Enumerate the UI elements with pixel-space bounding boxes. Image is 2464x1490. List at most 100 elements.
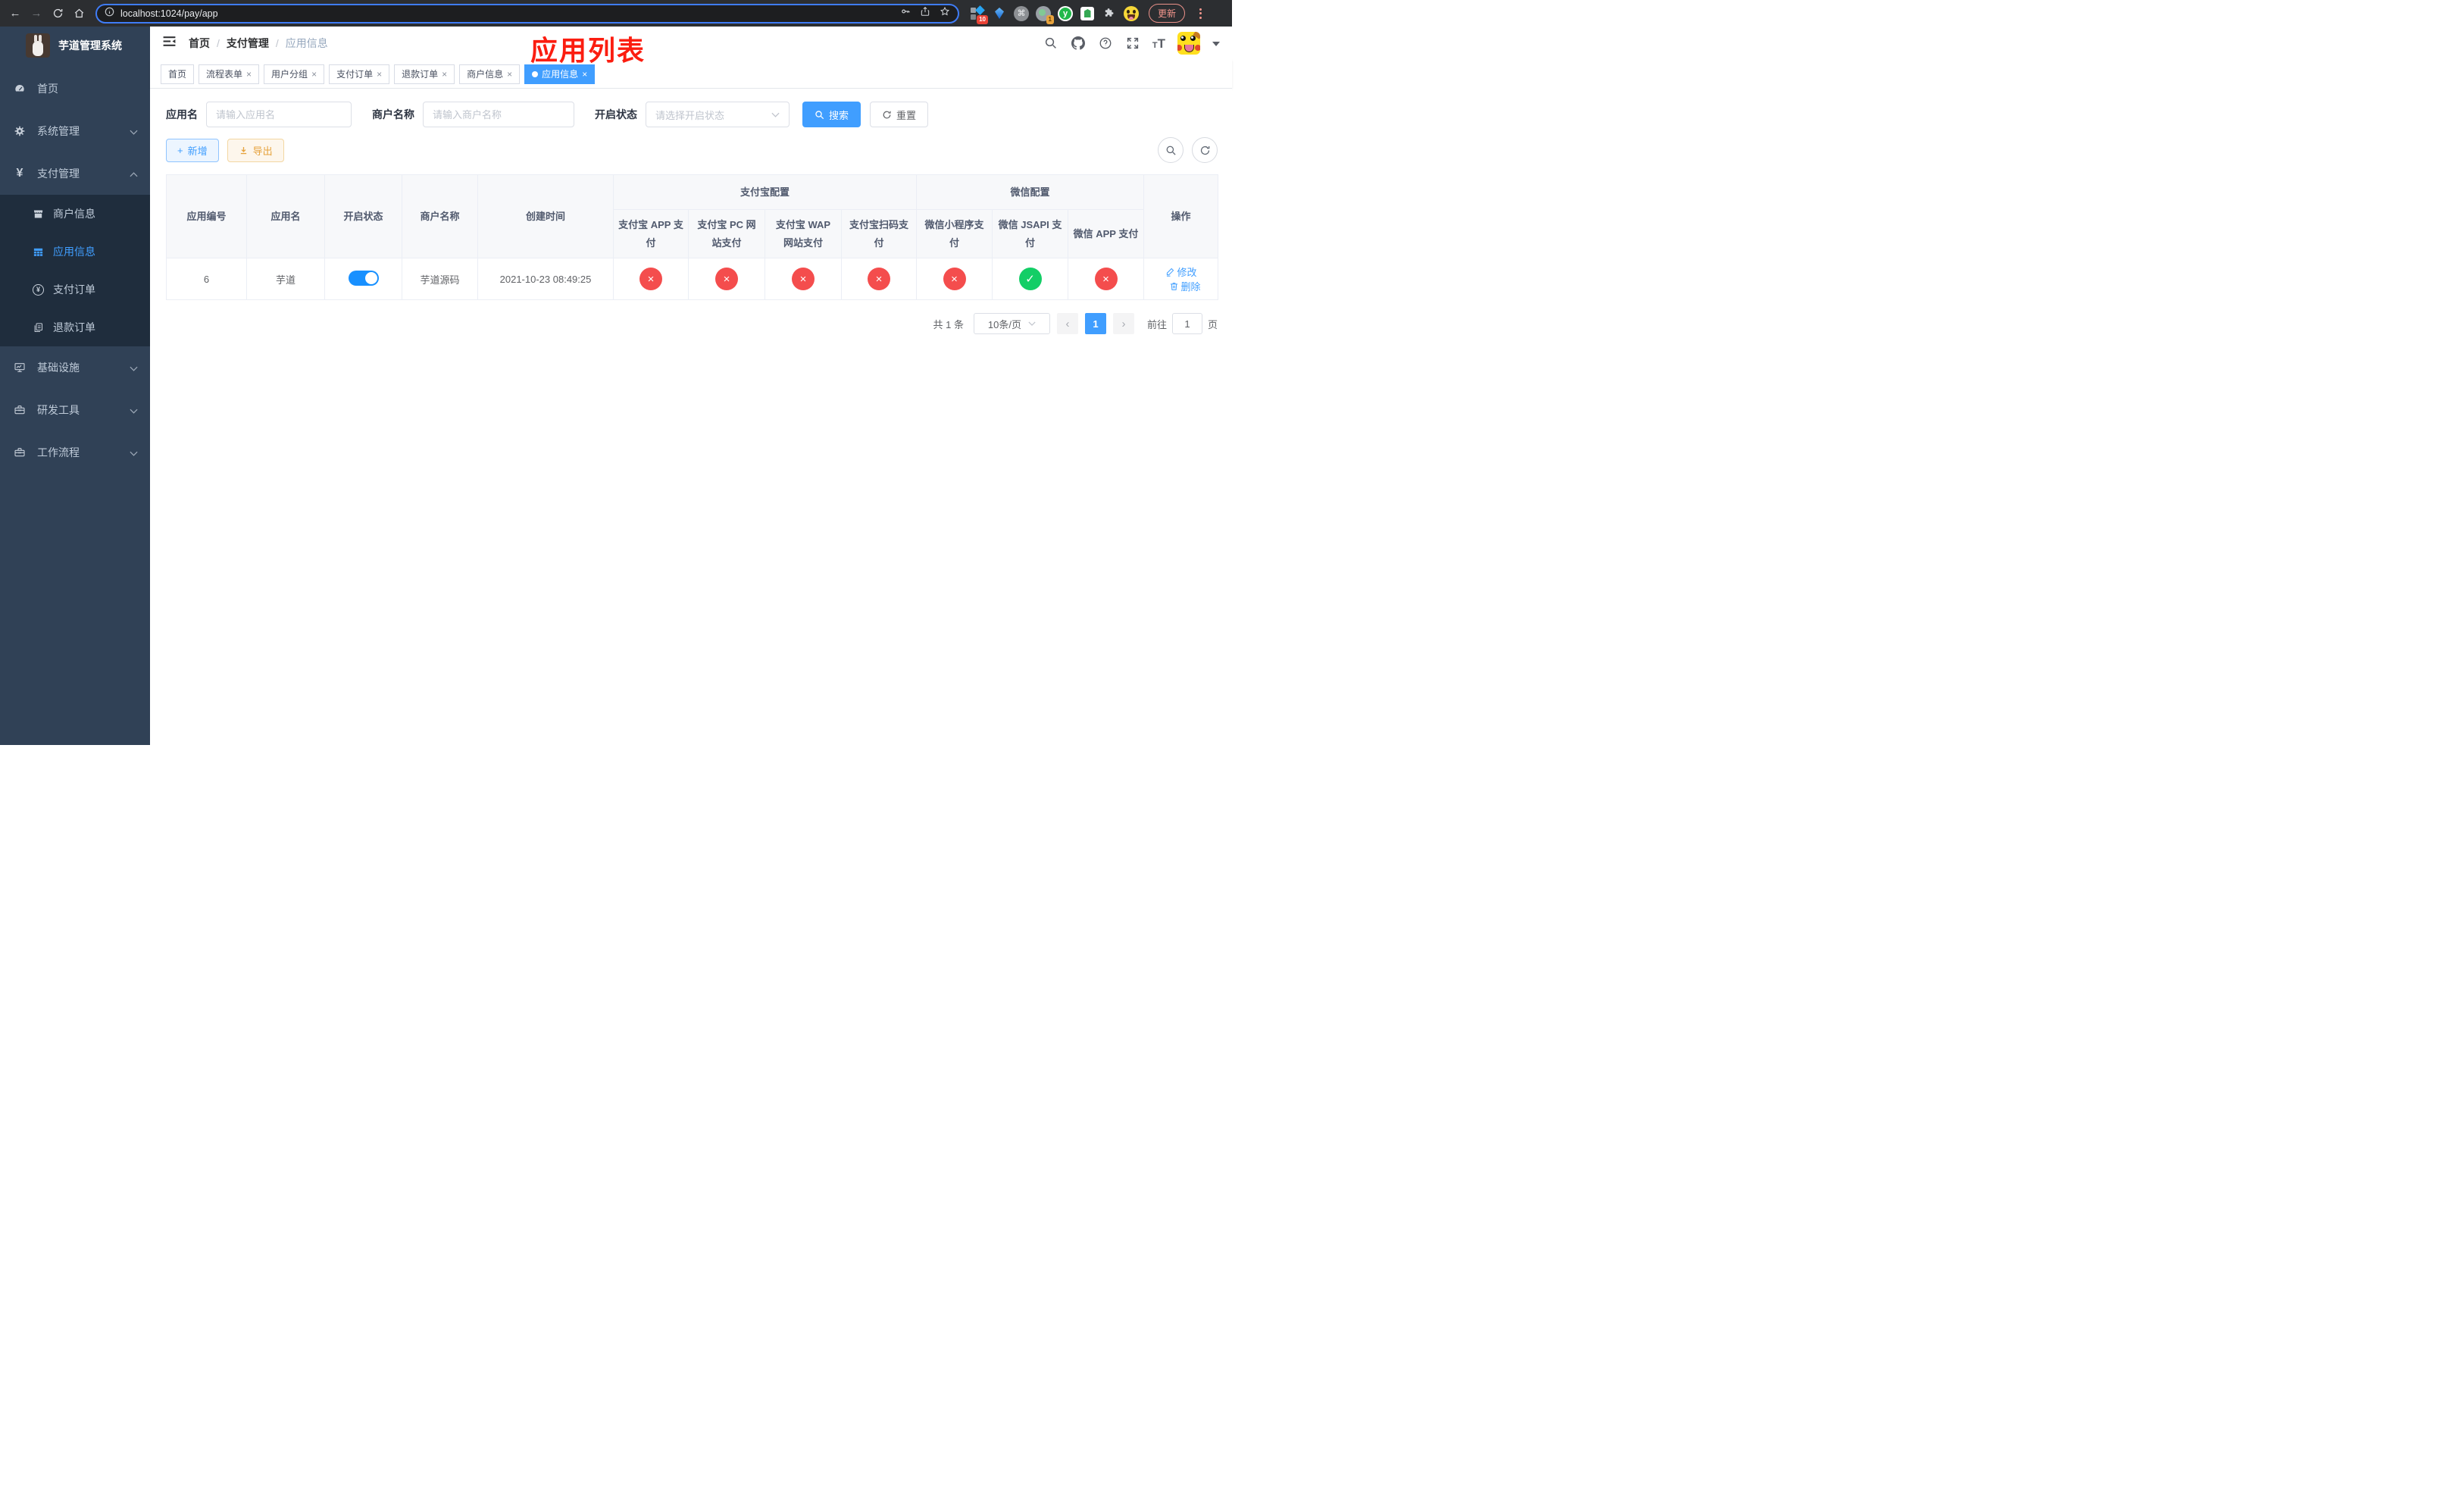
tab-app-info[interactable]: 应用信息 ×	[524, 64, 596, 84]
extensions-puzzle-icon[interactable]	[1102, 6, 1117, 21]
app-logo[interactable]: 芋道管理系统	[0, 27, 150, 64]
chevron-down-icon	[130, 446, 138, 459]
add-button[interactable]: + 新增	[166, 138, 219, 162]
col-wx-lite: 微信小程序支付	[916, 209, 993, 258]
search-icon[interactable]	[1043, 36, 1058, 51]
next-page-button[interactable]: ›	[1112, 313, 1134, 334]
cell-actions: 修改 删除	[1143, 258, 1219, 300]
back-icon[interactable]: ←	[6, 5, 24, 23]
toolbox-icon	[14, 404, 26, 416]
github-icon[interactable]	[1071, 36, 1086, 51]
extension-gem-icon[interactable]	[992, 6, 1007, 21]
bookmark-star-icon[interactable]	[940, 6, 950, 20]
app-table: 应用编号 应用名 开启状态 商户名称 创建时间 支付宝配置 微信配置 操作 支付…	[166, 174, 1219, 300]
fullscreen-icon[interactable]	[1125, 36, 1140, 51]
breadcrumb-current: 应用信息	[285, 37, 328, 49]
close-icon[interactable]: ×	[442, 69, 447, 80]
sidebar-item-workflow[interactable]: 工作流程	[0, 431, 150, 474]
close-icon[interactable]: ×	[377, 69, 382, 80]
share-icon[interactable]	[920, 6, 930, 20]
browser-profile-avatar[interactable]	[1124, 5, 1139, 21]
edit-link[interactable]: 修改	[1165, 265, 1197, 279]
grid-table-icon	[33, 246, 44, 258]
active-dot	[532, 70, 539, 77]
password-key-icon[interactable]	[900, 6, 911, 20]
wx-app-status-icon: ×	[1094, 268, 1118, 290]
sidebar-collapse-icon[interactable]	[162, 34, 177, 52]
extension-badge: 10	[977, 14, 988, 24]
delete-link[interactable]: 删除	[1169, 279, 1201, 293]
help-icon[interactable]	[1098, 36, 1113, 51]
app-navbar: 首页 / 支付管理 / 应用信息 T T	[150, 27, 1232, 60]
col-group-alipay: 支付宝配置	[612, 174, 918, 210]
cell-app-id: 6	[166, 258, 247, 300]
extension-doc-icon[interactable]	[1080, 6, 1095, 21]
download-icon	[240, 146, 246, 154]
close-icon[interactable]: ×	[311, 69, 317, 80]
merchant-name-input[interactable]	[423, 102, 574, 127]
tab-process-form[interactable]: 流程表单 ×	[199, 64, 260, 84]
col-status: 开启状态	[324, 174, 402, 258]
status-label: 开启状态	[595, 108, 637, 121]
sidebar-item-refund-order[interactable]: 退款订单	[0, 308, 150, 346]
extension-yudao-icon[interactable]: y	[1058, 5, 1073, 21]
chevron-down-icon	[130, 125, 138, 137]
page-number[interactable]: 1	[1084, 313, 1106, 334]
col-alipay-wap: 支付宝 WAP 网站支付	[765, 209, 842, 258]
sidebar-item-pay-order[interactable]: ¥ 支付订单	[0, 271, 150, 308]
tab-merchant-info[interactable]: 商户信息 ×	[459, 64, 521, 84]
extension-command-icon[interactable]: ⌘	[1014, 5, 1029, 21]
page-size-select[interactable]: 10条/页	[973, 313, 1050, 334]
tab-user-group[interactable]: 用户分组 ×	[264, 64, 325, 84]
breadcrumb-pay[interactable]: 支付管理	[227, 36, 269, 51]
status-select[interactable]: 请选择开启状态	[646, 102, 790, 127]
search-form: 应用名 商户名称 开启状态 请选择开启状态 搜索	[166, 102, 1218, 127]
sidebar-item-infra[interactable]: 基础设施	[0, 346, 150, 389]
col-wx-app: 微信 APP 支付	[1068, 209, 1145, 258]
tab-pay-order[interactable]: 支付订单 ×	[329, 64, 390, 84]
close-icon[interactable]: ×	[507, 69, 512, 80]
reset-button[interactable]: 重置	[870, 102, 929, 127]
tab-home[interactable]: 首页	[161, 64, 195, 84]
url-text[interactable]: localhost:1024/pay/app	[120, 8, 894, 19]
breadcrumb: 首页 / 支付管理 / 应用信息	[189, 36, 328, 51]
status-toggle[interactable]	[348, 270, 379, 286]
avatar-dropdown-icon[interactable]	[1212, 36, 1220, 50]
tab-refund-order[interactable]: 退款订单 ×	[394, 64, 455, 84]
toolbox-icon	[14, 446, 26, 459]
sidebar-item-app-info[interactable]: 应用信息	[0, 233, 150, 271]
cell-create-time: 2021-10-23 08:49:25	[477, 258, 614, 300]
sidebar-item-devtools[interactable]: 研发工具	[0, 389, 150, 431]
goto-page-input[interactable]	[1171, 313, 1202, 334]
sidebar-item-home[interactable]: 首页	[0, 67, 150, 110]
col-wx-jsapi: 微信 JSAPI 支付	[992, 209, 1069, 258]
alipay-pc-status-icon: ×	[715, 268, 738, 290]
search-button[interactable]: 搜索	[802, 102, 861, 127]
col-group-wechat: 微信配置	[916, 174, 1145, 210]
prev-page-button[interactable]: ‹	[1056, 313, 1078, 334]
toggle-search-button[interactable]	[1158, 137, 1184, 163]
font-size-icon[interactable]: TT	[1152, 37, 1165, 50]
home-icon[interactable]	[70, 5, 88, 23]
export-button[interactable]: 导出	[227, 138, 284, 162]
close-icon[interactable]: ×	[246, 69, 252, 80]
sidebar-item-merchant-info[interactable]: 商户信息	[0, 195, 150, 233]
reload-icon[interactable]	[48, 5, 67, 23]
chrome-update-button[interactable]: 更新	[1149, 4, 1186, 23]
browser-menu-icon[interactable]	[1195, 8, 1206, 19]
sidebar-item-system[interactable]: 系统管理	[0, 110, 150, 152]
edit-pencil-icon	[1166, 268, 1174, 277]
close-icon[interactable]: ×	[582, 69, 587, 80]
trash-icon	[1170, 283, 1177, 290]
sidebar-item-pay[interactable]: ¥ 支付管理	[0, 152, 150, 195]
user-avatar[interactable]	[1177, 32, 1200, 55]
site-info-icon[interactable]	[105, 7, 114, 20]
breadcrumb-home[interactable]: 首页	[189, 36, 210, 51]
extension-target-icon[interactable]: 1	[1036, 5, 1054, 24]
extension-diamond-icon[interactable]: 10	[970, 5, 988, 24]
forward-icon[interactable]: →	[27, 5, 45, 23]
goto-label: 前往	[1146, 318, 1167, 330]
app-name-input[interactable]	[206, 102, 352, 127]
address-bar[interactable]: localhost:1024/pay/app	[95, 3, 959, 23]
refresh-table-button[interactable]	[1192, 137, 1218, 163]
